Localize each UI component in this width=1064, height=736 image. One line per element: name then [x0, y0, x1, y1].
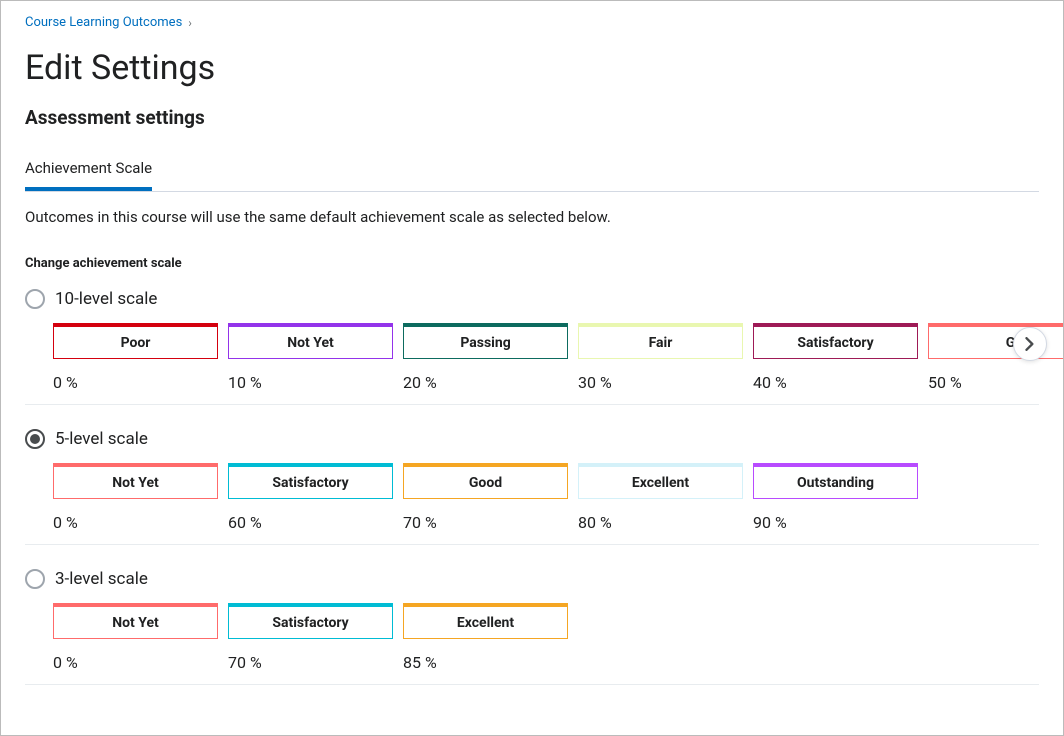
intro-text: Outcomes in this course will use the sam… — [25, 208, 1039, 226]
level-badge: Fair — [578, 323, 743, 359]
scale-level: Poor 0 % — [53, 323, 218, 392]
level-badge: Excellent — [403, 603, 568, 639]
tab-bar: Achievement Scale — [25, 151, 1039, 192]
level-percent: 10 % — [228, 373, 393, 392]
scale-radio-five[interactable] — [25, 429, 45, 449]
level-badge: Outstanding — [753, 463, 918, 499]
scale-radio-three[interactable] — [25, 569, 45, 589]
scale-level: Not Yet 10 % — [228, 323, 393, 392]
level-percent: 40 % — [753, 373, 918, 392]
scale-levels: Not Yet 0 % Satisfactory 60 % Good 70 % Excell… — [53, 463, 1039, 532]
scale-level: Satisfactory 40 % — [753, 323, 918, 392]
chevron-right-icon: › — [188, 16, 192, 30]
level-percent: 60 % — [228, 513, 393, 532]
level-percent: 90 % — [753, 513, 918, 532]
section-heading: Assessment settings — [25, 106, 1039, 129]
scale-level: Not Yet 0 % — [53, 603, 218, 672]
level-badge: Not Yet — [53, 463, 218, 499]
tab-achievement-scale[interactable]: Achievement Scale — [25, 151, 152, 191]
level-badge: Not Yet — [228, 323, 393, 359]
scroll-right-button[interactable] — [1013, 327, 1047, 361]
scale-level: Satisfactory 70 % — [228, 603, 393, 672]
level-percent: 50 % — [928, 373, 1064, 392]
change-scale-label: Change achievement scale — [25, 256, 1039, 271]
scale-level: Excellent 85 % — [403, 603, 568, 672]
level-badge: Good — [403, 463, 568, 499]
level-percent: 85 % — [403, 653, 568, 672]
scale-option-ten: 10-level scale Poor 0 % Not Yet 10 % Passing 2… — [25, 289, 1039, 405]
breadcrumb: Course Learning Outcomes › — [25, 15, 1039, 30]
scale-levels: Not Yet 0 % Satisfactory 70 % Excellent 85 % — [53, 603, 1039, 672]
scale-level: Outstanding 90 % — [753, 463, 918, 532]
scale-radio-row-three[interactable]: 3-level scale — [25, 569, 1039, 589]
scale-levels-wrap: Not Yet 0 % Satisfactory 70 % Excellent 85 % — [25, 603, 1039, 685]
scale-level: Good 70 % — [403, 463, 568, 532]
scale-level: Fair 30 % — [578, 323, 743, 392]
scale-levels-wrap: Poor 0 % Not Yet 10 % Passing 20 % Fair 30 % Sat… — [25, 323, 1039, 405]
level-badge: Poor — [53, 323, 218, 359]
level-badge: Satisfactory — [228, 603, 393, 639]
level-percent: 0 % — [53, 653, 218, 672]
level-percent: 0 % — [53, 513, 218, 532]
page-title: Edit Settings — [25, 48, 1039, 88]
scale-radio-label: 5-level scale — [55, 429, 148, 449]
scale-radio-row-ten[interactable]: 10-level scale — [25, 289, 1039, 309]
level-badge: Excellent — [578, 463, 743, 499]
level-badge: Not Yet — [53, 603, 218, 639]
scale-level: Excellent 80 % — [578, 463, 743, 532]
level-percent: 30 % — [578, 373, 743, 392]
scale-radio-ten[interactable] — [25, 289, 45, 309]
scale-levels: Poor 0 % Not Yet 10 % Passing 20 % Fair 30 % Sat… — [53, 323, 1039, 392]
scale-level: Passing 20 % — [403, 323, 568, 392]
level-badge: Satisfactory — [228, 463, 393, 499]
scale-levels-wrap: Not Yet 0 % Satisfactory 60 % Good 70 % Excell… — [25, 463, 1039, 545]
level-percent: 70 % — [403, 513, 568, 532]
scale-option-three: 3-level scale Not Yet 0 % Satisfactory 70 % E… — [25, 569, 1039, 685]
level-badge: Satisfactory — [753, 323, 918, 359]
level-percent: 0 % — [53, 373, 218, 392]
scale-level: Satisfactory 60 % — [228, 463, 393, 532]
breadcrumb-parent-link[interactable]: Course Learning Outcomes — [25, 15, 182, 30]
level-percent: 20 % — [403, 373, 568, 392]
level-percent: 70 % — [228, 653, 393, 672]
scale-radio-label: 3-level scale — [55, 569, 148, 589]
level-badge: Passing — [403, 323, 568, 359]
level-percent: 80 % — [578, 513, 743, 532]
scale-level: Not Yet 0 % — [53, 463, 218, 532]
scale-radio-row-five[interactable]: 5-level scale — [25, 429, 1039, 449]
chevron-right-icon — [1025, 337, 1035, 351]
scale-option-five: 5-level scale Not Yet 0 % Satisfactory 60 % G… — [25, 429, 1039, 545]
scale-radio-label: 10-level scale — [55, 289, 157, 309]
